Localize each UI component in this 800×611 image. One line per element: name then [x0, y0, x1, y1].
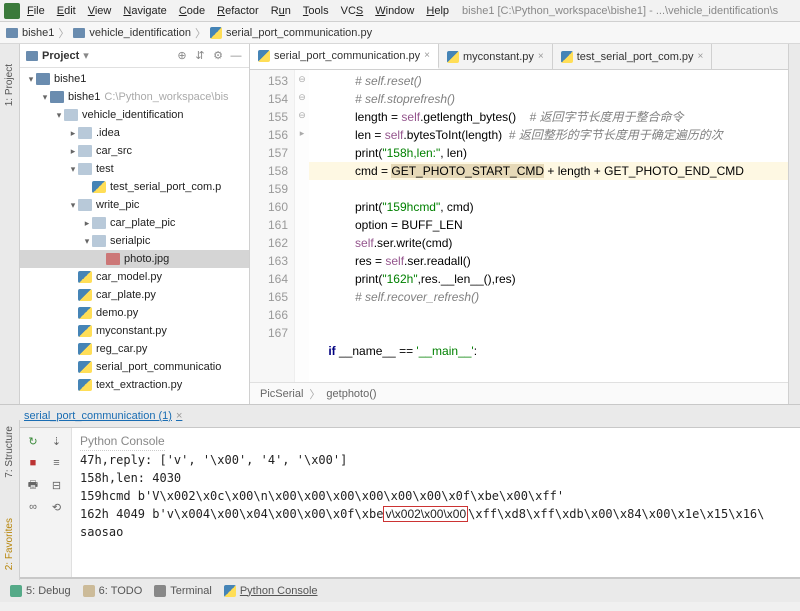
tree-item[interactable]: ▾bishe1 [20, 70, 249, 88]
fold-column[interactable]: ⊖⊖⊖▸ [295, 70, 309, 382]
menu-refactor[interactable]: Refactor [212, 3, 264, 19]
project-panel: Project ▾ ⊕ ⇵ ⚙ — ▾bishe1▾bishe1C:\Pytho… [20, 44, 250, 404]
scroll-icon[interactable]: ⇣ [48, 432, 66, 450]
nav-seg-root[interactable]: bishe1 [6, 27, 54, 39]
side-tab-project[interactable]: 1: Project [4, 64, 15, 106]
menu-run[interactable]: Run [266, 3, 296, 19]
terminal-icon [154, 585, 166, 597]
tree-item[interactable]: test_serial_port_com.p [20, 178, 249, 196]
menu-view[interactable]: View [83, 3, 117, 19]
project-panel-header: Project ▾ ⊕ ⇵ ⚙ — [20, 44, 249, 68]
tree-item[interactable]: car_plate.py [20, 286, 249, 304]
collapse-icon[interactable]: ⇵ [193, 49, 207, 63]
nav-seg-folder[interactable]: vehicle_identification [73, 27, 191, 39]
folder-icon [73, 28, 85, 38]
editor-tabs: serial_port_communication.py×myconstant.… [250, 44, 788, 70]
side-tab-structure[interactable]: 7: Structure [4, 426, 15, 478]
menu-file[interactable]: File [22, 3, 50, 19]
gear-icon[interactable]: ⚙ [211, 49, 225, 63]
editor-breadcrumb[interactable]: PicSerial 〉 getphoto() [250, 382, 788, 404]
chevron-right-icon: 〉 [195, 25, 206, 41]
editor-tab[interactable]: myconstant.py× [439, 44, 553, 69]
menu-window[interactable]: Window [370, 3, 419, 19]
tree-item[interactable]: ▾serialpic [20, 232, 249, 250]
menu-navigate[interactable]: Navigate [118, 3, 171, 19]
print-icon[interactable]: 🖶 [24, 476, 42, 494]
python-icon [561, 51, 573, 63]
app-logo-icon [4, 3, 20, 19]
project-tree[interactable]: ▾bishe1▾bishe1C:\Python_workspace\bis▾ve… [20, 68, 249, 404]
project-panel-title: Project [42, 50, 79, 62]
tree-item[interactable]: ▾test [20, 160, 249, 178]
debug-icon [10, 585, 22, 597]
code-content[interactable]: # self.reset() # self.stoprefresh() leng… [309, 70, 788, 382]
tree-item[interactable]: ▸car_plate_pic [20, 214, 249, 232]
target-icon[interactable]: ⊕ [175, 49, 189, 63]
tree-item[interactable]: demo.py [20, 304, 249, 322]
console-toolbar: ↻ ⇣ ■ ≡ 🖶 ⊟ ∞ ⟲ [20, 428, 72, 577]
console-tab-run[interactable]: serial_port_communication (1)× [24, 410, 182, 422]
left-side-tabs: 1: Project [0, 44, 20, 404]
python-icon [210, 27, 222, 39]
rerun-icon[interactable]: ↻ [24, 432, 42, 450]
menu-edit[interactable]: Edit [52, 3, 81, 19]
tree-item[interactable]: photo.jpg [20, 250, 249, 268]
tree-item[interactable]: ▸car_src [20, 142, 249, 160]
editor-tab[interactable]: serial_port_communication.py× [250, 44, 439, 69]
editor-tab[interactable]: test_serial_port_com.py× [553, 44, 713, 69]
status-debug[interactable]: 5: Debug [10, 585, 71, 597]
close-icon[interactable]: × [698, 51, 704, 62]
tree-item[interactable]: car_model.py [20, 268, 249, 286]
tree-item[interactable]: ▾bishe1C:\Python_workspace\bis [20, 88, 249, 106]
chevron-right-icon: 〉 [58, 25, 69, 41]
wrap-icon[interactable]: ≡ [48, 454, 66, 472]
python-icon [224, 585, 236, 597]
status-python-console[interactable]: Python Console [224, 585, 318, 597]
breadcrumb-method[interactable]: getphoto() [326, 388, 376, 400]
breadcrumb-class[interactable]: PicSerial [260, 388, 303, 400]
line-gutter: 1531541551561571581591601611621631641651… [250, 70, 295, 382]
code-editor[interactable]: 1531541551561571581591601611621631641651… [250, 70, 788, 382]
close-icon[interactable]: × [538, 51, 544, 62]
tree-item[interactable]: text_extraction.py [20, 376, 249, 394]
hide-icon[interactable]: — [229, 49, 243, 63]
editor-area: serial_port_communication.py×myconstant.… [250, 44, 788, 404]
folder-icon [6, 28, 18, 38]
menu-tools[interactable]: Tools [298, 3, 334, 19]
tree-item[interactable]: myconstant.py [20, 322, 249, 340]
link-icon[interactable]: ∞ [24, 498, 42, 516]
project-icon [26, 51, 38, 61]
chevron-right-icon: 〉 [309, 386, 320, 402]
right-gutter [788, 44, 800, 404]
close-icon[interactable]: × [424, 50, 430, 61]
window-title: bishe1 [C:\Python_workspace\bishe1] - ..… [462, 5, 778, 17]
nav-breadcrumb: bishe1 〉 vehicle_identification 〉 serial… [0, 22, 800, 44]
menu-bar: File Edit View Navigate Code Refactor Ru… [0, 0, 800, 22]
todo-icon [83, 585, 95, 597]
tree-item[interactable]: serial_port_communicatio [20, 358, 249, 376]
nav-seg-file[interactable]: serial_port_communication.py [210, 27, 372, 39]
tree-item[interactable]: ▾write_pic [20, 196, 249, 214]
status-terminal[interactable]: Terminal [154, 585, 212, 597]
status-bar: 5: Debug 6: TODO Terminal Python Console [0, 578, 800, 602]
main-split: 1: Project Project ▾ ⊕ ⇵ ⚙ — ▾bishe1▾bis… [0, 44, 800, 404]
console-output[interactable]: Python Console 47h,reply: ['v', '\x00', … [72, 428, 800, 577]
menu-code[interactable]: Code [174, 3, 210, 19]
menu-help[interactable]: Help [421, 3, 454, 19]
tree-item[interactable]: ▸.idea [20, 124, 249, 142]
history-icon[interactable]: ⟲ [48, 498, 66, 516]
filter-icon[interactable]: ⊟ [48, 476, 66, 494]
python-icon [258, 50, 270, 62]
side-tab-favorites[interactable]: 2: Favorites [4, 518, 15, 570]
status-todo[interactable]: 6: TODO [83, 585, 143, 597]
menu-vcs[interactable]: VCS [336, 3, 369, 19]
console-panel: ↻ ⇣ ■ ≡ 🖶 ⊟ ∞ ⟲ Python Console 47h,reply… [20, 428, 800, 578]
close-icon[interactable]: × [176, 410, 182, 422]
console-tab-bar: serial_port_communication (1)× [0, 404, 800, 428]
tree-item[interactable]: reg_car.py [20, 340, 249, 358]
python-icon [447, 51, 459, 63]
tree-item[interactable]: ▾vehicle_identification [20, 106, 249, 124]
stop-icon[interactable]: ■ [24, 454, 42, 472]
